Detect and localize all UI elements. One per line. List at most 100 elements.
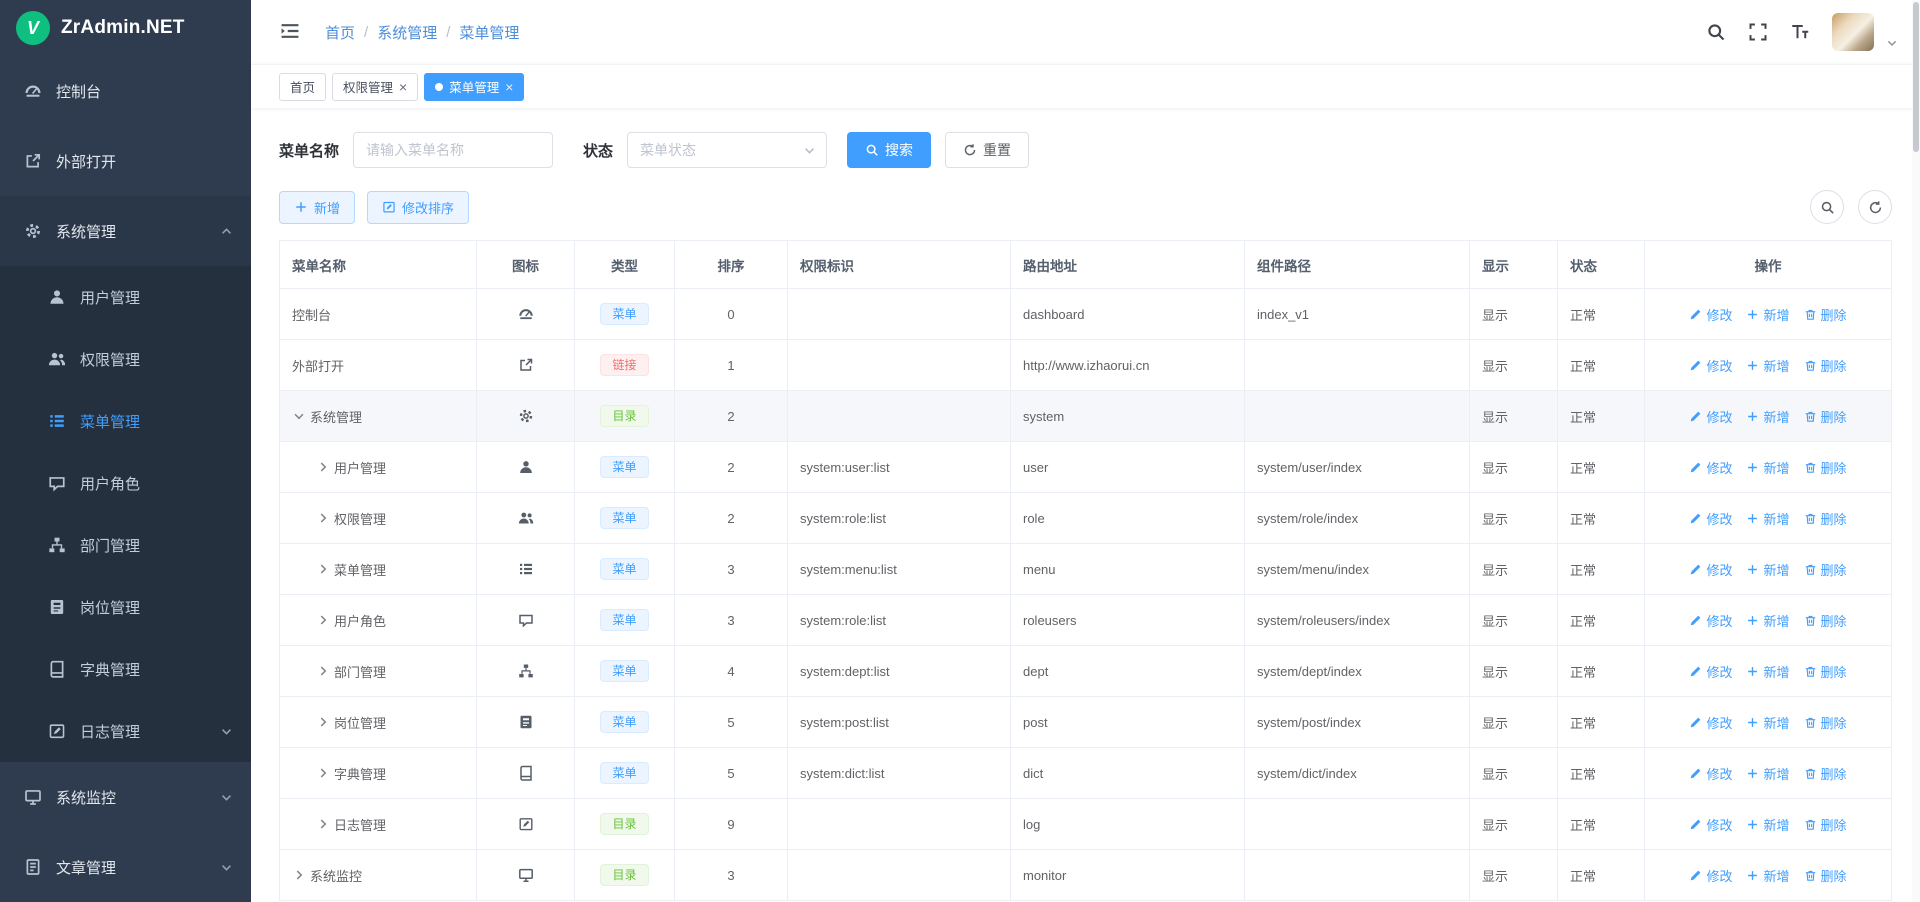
add-link[interactable]: 新增: [1746, 662, 1789, 681]
edit-link[interactable]: 修改: [1689, 407, 1732, 426]
tree-collapse-icon[interactable]: [292, 409, 306, 423]
sidebar-toggle[interactable]: [279, 22, 301, 42]
add-button[interactable]: 新增: [279, 191, 355, 224]
sidebar-item-article[interactable]: 文章管理: [0, 832, 251, 902]
tab-首页[interactable]: 首页: [279, 73, 326, 101]
app-root: V ZrAdmin.NET 控制台外部打开系统管理用户管理权限管理菜单管理用户角…: [0, 0, 1920, 902]
scrollbar-thumb[interactable]: [1913, 2, 1919, 152]
submenu-system: 用户管理权限管理菜单管理用户角色部门管理岗位管理字典管理日志管理: [0, 266, 251, 762]
delete-link[interactable]: 删除: [1804, 356, 1847, 375]
sidebar-item-log[interactable]: 日志管理: [0, 700, 251, 762]
delete-link[interactable]: 删除: [1804, 662, 1847, 681]
refresh-icon: [1868, 200, 1883, 215]
breadcrumb-item[interactable]: 首页: [325, 22, 355, 43]
reset-button[interactable]: 重置: [945, 132, 1029, 168]
sidebar-item-menu[interactable]: 菜单管理: [0, 390, 251, 452]
delete-link[interactable]: 删除: [1804, 560, 1847, 579]
tab-权限管理[interactable]: 权限管理×: [332, 73, 418, 101]
add-link[interactable]: 新增: [1746, 458, 1789, 477]
edit-link[interactable]: 修改: [1689, 458, 1732, 477]
sidebar-item-dict[interactable]: 字典管理: [0, 638, 251, 700]
logo-icon: V: [16, 11, 50, 45]
delete-link[interactable]: 删除: [1804, 764, 1847, 783]
edit-link[interactable]: 修改: [1689, 815, 1732, 834]
sidebar-item-dept[interactable]: 部门管理: [0, 514, 251, 576]
add-link[interactable]: 新增: [1746, 764, 1789, 783]
edit-link[interactable]: 修改: [1689, 764, 1732, 783]
add-link[interactable]: 新增: [1746, 815, 1789, 834]
edit-link[interactable]: 修改: [1689, 305, 1732, 324]
add-link[interactable]: 新增: [1746, 611, 1789, 630]
tree-expand-icon[interactable]: [316, 664, 330, 678]
add-link[interactable]: 新增: [1746, 560, 1789, 579]
header-search-button[interactable]: [1706, 22, 1726, 42]
add-link[interactable]: 新增: [1746, 305, 1789, 324]
plus-icon: [1746, 818, 1759, 831]
trash-icon: [1804, 308, 1817, 321]
delete-link[interactable]: 删除: [1804, 611, 1847, 630]
add-link[interactable]: 新增: [1746, 866, 1789, 885]
op-label: 修改: [1706, 305, 1732, 324]
add-link[interactable]: 新增: [1746, 356, 1789, 375]
user-menu-caret[interactable]: [1886, 37, 1898, 49]
sidebar-item-roleusers[interactable]: 用户角色: [0, 452, 251, 514]
reset-button-label: 重置: [983, 140, 1011, 160]
sidebar-item-external[interactable]: 外部打开: [0, 126, 251, 196]
menu-name: 菜单管理: [334, 560, 386, 579]
close-icon[interactable]: ×: [399, 80, 407, 94]
add-link[interactable]: 新增: [1746, 407, 1789, 426]
sidebar-item-system[interactable]: 系统管理: [0, 196, 251, 266]
delete-link[interactable]: 删除: [1804, 713, 1847, 732]
delete-link[interactable]: 删除: [1804, 407, 1847, 426]
edit-link[interactable]: 修改: [1689, 560, 1732, 579]
table-search-button[interactable]: [1810, 190, 1844, 224]
edit-link[interactable]: 修改: [1689, 611, 1732, 630]
tree-expand-icon[interactable]: [316, 460, 330, 474]
add-link[interactable]: 新增: [1746, 509, 1789, 528]
sidebar-item-monitor[interactable]: 系统监控: [0, 762, 251, 832]
fullscreen-button[interactable]: [1748, 22, 1768, 42]
status-select[interactable]: 菜单状态: [627, 132, 827, 168]
tree-expand-icon[interactable]: [316, 511, 330, 525]
edit-link[interactable]: 修改: [1689, 866, 1732, 885]
close-icon[interactable]: ×: [505, 80, 513, 94]
breadcrumb-item[interactable]: 系统管理: [377, 22, 437, 43]
visible-cell: 显示: [1470, 391, 1558, 442]
sidebar-item-role[interactable]: 权限管理: [0, 328, 251, 390]
add-link[interactable]: 新增: [1746, 713, 1789, 732]
edit-link[interactable]: 修改: [1689, 713, 1732, 732]
delete-link[interactable]: 删除: [1804, 458, 1847, 477]
delete-link[interactable]: 删除: [1804, 509, 1847, 528]
delete-link[interactable]: 删除: [1804, 305, 1847, 324]
delete-link[interactable]: 删除: [1804, 866, 1847, 885]
edit-link[interactable]: 修改: [1689, 662, 1732, 681]
app-logo[interactable]: V ZrAdmin.NET: [0, 0, 251, 56]
edit-link[interactable]: 修改: [1689, 509, 1732, 528]
tree-expand-icon[interactable]: [316, 715, 330, 729]
tab-菜单管理[interactable]: 菜单管理×: [424, 73, 524, 101]
sort-button[interactable]: 修改排序: [367, 191, 469, 224]
font-size-button[interactable]: [1790, 22, 1810, 42]
tree-expand-icon[interactable]: [316, 766, 330, 780]
delete-link[interactable]: 删除: [1804, 815, 1847, 834]
tree-expand-icon[interactable]: [292, 868, 306, 882]
tree-expand-icon[interactable]: [316, 817, 330, 831]
sidebar-item-dashboard[interactable]: 控制台: [0, 56, 251, 126]
tree-expand-icon[interactable]: [316, 613, 330, 627]
menu-name: 部门管理: [334, 662, 386, 681]
actions-cell: 修改新增删除: [1645, 748, 1892, 799]
search-button[interactable]: 搜索: [847, 132, 931, 168]
tree-expand-icon[interactable]: [316, 562, 330, 576]
menu-name-cell: 岗位管理: [280, 697, 477, 748]
avatar[interactable]: [1832, 13, 1874, 51]
sidebar-item-post[interactable]: 岗位管理: [0, 576, 251, 638]
page-scrollbar[interactable]: [1912, 0, 1920, 902]
pencil-icon: [1689, 716, 1702, 729]
breadcrumb-item[interactable]: 菜单管理: [459, 22, 519, 43]
edit-link[interactable]: 修改: [1689, 356, 1732, 375]
op-label: 新增: [1763, 611, 1789, 630]
menu-name-input[interactable]: [353, 132, 553, 168]
sidebar-item-user[interactable]: 用户管理: [0, 266, 251, 328]
table-refresh-button[interactable]: [1858, 190, 1892, 224]
table-row: 岗位管理菜单5system:post:listpostsystem/post/i…: [280, 697, 1892, 748]
